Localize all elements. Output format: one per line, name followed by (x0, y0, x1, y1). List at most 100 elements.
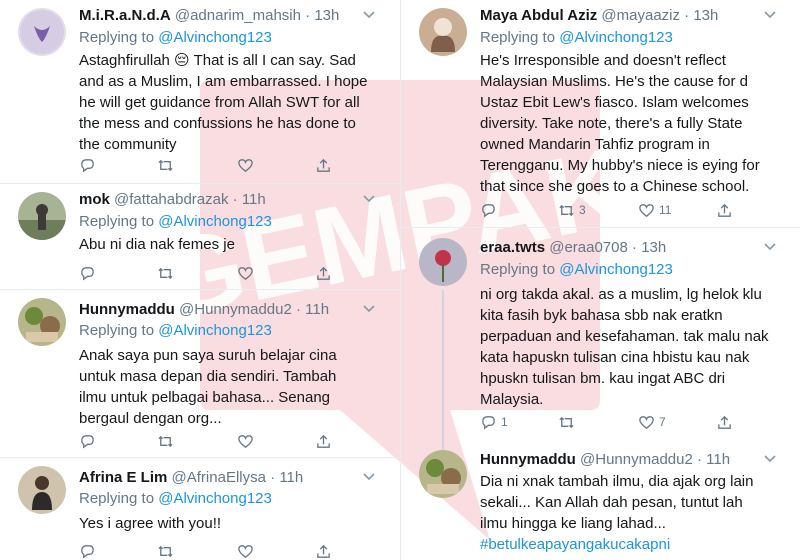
tweet-line: perpaduan and kesefahaman. tak malu nak (480, 328, 769, 345)
chevron-down-icon[interactable] (763, 8, 777, 22)
retweet-count: 3 (579, 203, 586, 217)
avatar[interactable] (18, 466, 66, 514)
tweet-actions (79, 156, 339, 174)
timestamp[interactable]: 11h (706, 451, 730, 468)
like-button[interactable] (237, 264, 254, 282)
share-button[interactable] (315, 264, 332, 282)
tweet-actions: 3 11 (480, 201, 740, 219)
avatar[interactable] (419, 238, 467, 286)
tweet-line: owned Mandarin Tahfiz program in (480, 136, 710, 153)
user-handle[interactable]: @fattahabdrazak (114, 191, 228, 208)
tweet-header: Afrina E Lim @AfrinaEllysa · 11h (79, 469, 304, 486)
tweet[interactable]: Afrina E Lim @AfrinaEllysa · 11h Replyin… (0, 458, 400, 560)
tweet[interactable]: eraa.twts @eraa0708 · 13h Replying to @A… (401, 228, 800, 450)
share-icon (317, 266, 330, 280)
tweet-line: Dia ni xnak tambah ilmu, dia ajak org la… (480, 473, 754, 490)
mention-link[interactable]: @Alvinchong123 (559, 261, 673, 278)
user-handle[interactable]: @adnarim_mahsih (175, 7, 301, 24)
reply-button[interactable] (480, 201, 497, 219)
reply-button[interactable]: 1 (480, 413, 508, 431)
chevron-down-icon[interactable] (763, 240, 777, 254)
retweet-button[interactable] (157, 264, 174, 282)
replying-to-label: Replying to (79, 29, 155, 46)
share-button[interactable] (716, 413, 733, 431)
like-button[interactable] (237, 542, 254, 560)
tweet-header: Hunnymaddu @Hunnymaddu2 · 11h (480, 451, 731, 468)
mention-link[interactable]: @Alvinchong123 (158, 490, 272, 507)
timestamp[interactable]: 13h (314, 7, 339, 24)
avatar[interactable] (18, 298, 66, 346)
tweet[interactable]: M.i.R.a.N.d.A @adnarim_mahsih · 13h Repl… (0, 0, 400, 184)
timestamp[interactable]: 11h (305, 301, 329, 318)
replying-to: Replying to @Alvinchong123 (79, 212, 272, 231)
tweet-text: Yes i agree with you!! (79, 513, 382, 534)
timestamp[interactable]: 13h (693, 7, 718, 24)
avatar[interactable] (419, 8, 467, 56)
user-handle[interactable]: @AfrinaEllysa (172, 469, 266, 486)
display-name[interactable]: Hunnymaddu (79, 301, 175, 318)
tweet[interactable]: Hunnymaddu @Hunnymaddu2 · 11h Replying t… (0, 290, 400, 458)
like-button[interactable]: 11 (638, 201, 671, 219)
user-handle[interactable]: @eraa0708 (549, 239, 628, 256)
heart-icon (238, 158, 253, 172)
share-icon (718, 203, 731, 217)
user-handle[interactable]: @mayaaziz (601, 7, 680, 24)
retweet-button[interactable]: 3 (558, 201, 586, 219)
chevron-down-icon[interactable] (362, 8, 376, 22)
tweet[interactable]: Hunnymaddu @Hunnymaddu2 · 11h Dia ni xna… (401, 438, 800, 560)
reply-button[interactable] (79, 432, 96, 450)
tweet-line: Anak saya pun saya suruh belajar cina (79, 347, 337, 364)
display-name[interactable]: Maya Abdul Aziz (480, 7, 597, 24)
reply-button[interactable] (79, 156, 96, 174)
reply-button[interactable] (79, 264, 96, 282)
retweet-button[interactable] (157, 432, 174, 450)
avatar[interactable] (419, 450, 467, 498)
display-name[interactable]: M.i.R.a.N.d.A (79, 7, 171, 24)
mention-link[interactable]: @Alvinchong123 (158, 213, 272, 230)
reply-button[interactable] (79, 542, 96, 560)
retweet-button[interactable] (558, 413, 575, 431)
chevron-down-icon[interactable] (362, 470, 376, 484)
share-button[interactable] (315, 542, 332, 560)
chevron-down-icon[interactable] (362, 192, 376, 206)
tweet-text: ni org takda akal. as a muslim, lg helok… (480, 284, 783, 410)
tweet-line: kita fasih byk bahasa sbb nak eratkn (480, 307, 723, 324)
chevron-down-icon[interactable] (763, 452, 777, 466)
like-button[interactable]: 7 (638, 413, 666, 431)
retweet-button[interactable] (157, 542, 174, 560)
hashtag-link[interactable]: #betulkeapayangakucakapni (480, 534, 783, 555)
chevron-down-icon[interactable] (362, 302, 376, 316)
share-button[interactable] (716, 201, 733, 219)
display-name[interactable]: Hunnymaddu (480, 451, 576, 468)
share-button[interactable] (315, 432, 332, 450)
tweet-line: ilmu hingga ke liang lahad... (480, 515, 666, 532)
mention-link[interactable]: @Alvinchong123 (559, 29, 673, 46)
display-name[interactable]: Afrina E Lim (79, 469, 167, 486)
share-button[interactable] (315, 156, 332, 174)
retweet-button[interactable] (157, 156, 174, 174)
tweet-header: Maya Abdul Aziz @mayaaziz · 13h (480, 7, 719, 24)
avatar[interactable] (18, 192, 66, 240)
tweet-line: Terengganu. My hubby's niece is eying fo… (480, 157, 760, 174)
like-button[interactable] (237, 432, 254, 450)
timestamp[interactable]: 13h (641, 239, 666, 256)
tweet-line: diversity. Take note, there's a fully St… (480, 115, 743, 132)
mention-link[interactable]: @Alvinchong123 (158, 29, 272, 46)
replying-to: Replying to @Alvinchong123 (79, 489, 272, 508)
replying-to-label: Replying to (79, 490, 155, 507)
display-name[interactable]: mok (79, 191, 110, 208)
avatar[interactable] (18, 8, 66, 56)
like-button[interactable] (237, 156, 254, 174)
display-name[interactable]: eraa.twts (480, 239, 545, 256)
tweet[interactable]: mok @fattahabdrazak · 11h Replying to @A… (0, 184, 400, 290)
timestamp[interactable]: 11h (242, 191, 266, 208)
tweet[interactable]: Maya Abdul Aziz @mayaaziz · 13h Replying… (401, 0, 800, 228)
timestamp[interactable]: 11h (279, 469, 303, 486)
tweet-line: Malaysia. (480, 391, 544, 408)
left-reply-column: M.i.R.a.N.d.A @adnarim_mahsih · 13h Repl… (0, 0, 400, 560)
heart-icon (238, 544, 253, 558)
user-handle[interactable]: @Hunnymaddu2 (580, 451, 693, 468)
mention-link[interactable]: @Alvinchong123 (158, 322, 272, 339)
user-handle[interactable]: @Hunnymaddu2 (179, 301, 292, 318)
tweet-line: the community (79, 136, 177, 153)
